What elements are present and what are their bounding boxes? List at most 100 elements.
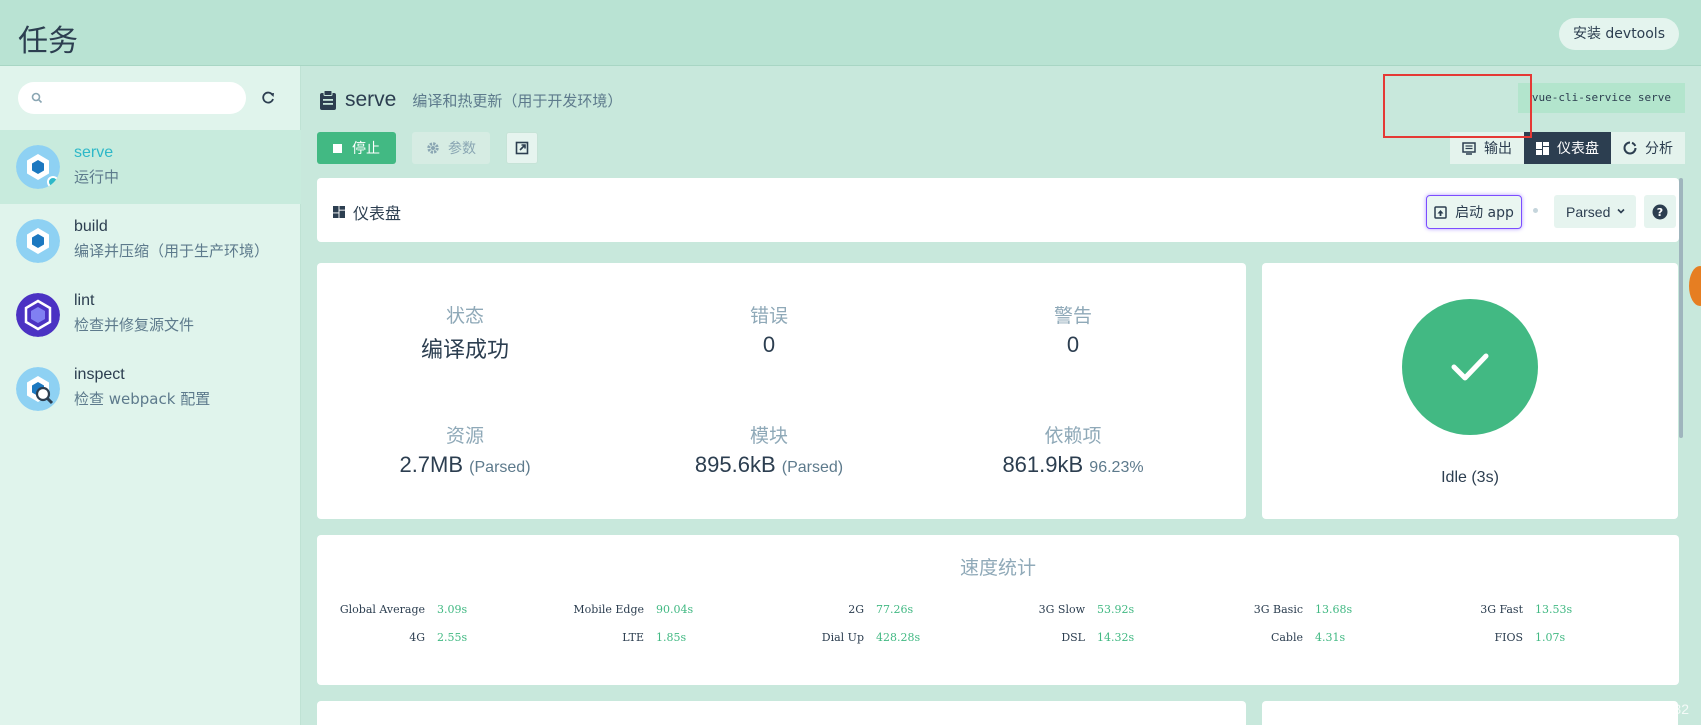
refresh-icon[interactable] <box>260 90 276 106</box>
stat-errors: 错误 0 <box>619 301 919 358</box>
speed-item: 4G 2.55s <box>317 631 537 644</box>
speed-item: DSL 14.32s <box>977 631 1197 644</box>
clipboard-icon <box>320 90 336 110</box>
speed-name: Dial Up <box>821 631 864 644</box>
speed-name: FIOS <box>1494 631 1523 644</box>
eslint-icon <box>16 293 60 337</box>
launch-app-button[interactable]: 启动 app <box>1426 195 1522 229</box>
build-status-text: Idle (3s) <box>1441 469 1499 486</box>
stat-warnings: 警告 0 <box>923 301 1223 358</box>
open-external-button[interactable] <box>506 132 538 164</box>
speed-name: 4G <box>409 631 425 644</box>
stop-button[interactable]: 停止 <box>317 132 396 164</box>
webpack-icon <box>16 219 60 263</box>
stat-assets: 资源 2.7MB (Parsed) <box>315 421 615 478</box>
help-icon: ? <box>1652 204 1668 219</box>
task-desc: 检查 webpack 配置 <box>74 390 211 408</box>
speed-value: 53.92s <box>1097 603 1135 616</box>
speed-item: Global Average 3.09s <box>317 603 537 616</box>
task-name: build <box>74 218 108 235</box>
dashboard-header: 仪表盘 启动 app Parsed ? <box>317 178 1679 242</box>
stat-label: 状态 <box>445 305 484 327</box>
tab-analyze-label: 分析 <box>1645 141 1673 157</box>
stat-value: 编译成功 <box>420 338 509 363</box>
stat-label: 警告 <box>1053 305 1092 327</box>
size-mode-select[interactable]: Parsed <box>1554 195 1636 228</box>
tab-dashboard-label: 仪表盘 <box>1557 141 1599 157</box>
analyze-icon <box>1623 141 1637 155</box>
params-button[interactable]: 参数 <box>412 132 490 164</box>
speed-name: 2G <box>848 603 864 616</box>
stat-label: 资源 <box>445 425 484 447</box>
stat-label: 错误 <box>749 305 788 327</box>
watermark: https://blog.csdn.net/qq_40165432 <box>1474 701 1689 717</box>
svg-text:?: ? <box>1657 206 1663 219</box>
task-detail: serve 编译和热更新（用于开发环境） vue-cli-service ser… <box>301 66 1701 725</box>
speed-value: 4.31s <box>1315 631 1346 644</box>
speed-item: 3G Basic 13.68s <box>1195 603 1415 616</box>
sidebar-item-build[interactable]: build 编译并压缩（用于生产环境） <box>0 204 301 278</box>
stats-card: 状态 编译成功 错误 0 警告 0 资源 2.7MB (Parsed) 模块 8… <box>317 263 1246 519</box>
speed-value: 1.85s <box>656 631 687 644</box>
success-indicator <box>1402 299 1538 435</box>
task-name: lint <box>74 292 95 309</box>
inspect-icon <box>16 367 60 411</box>
speed-value: 77.26s <box>876 603 914 616</box>
speed-name: Global Average <box>339 603 425 616</box>
stat-label: 模块 <box>749 425 788 447</box>
speed-item: 3G Slow 53.92s <box>977 603 1197 616</box>
speed-value: 14.32s <box>1097 631 1135 644</box>
stat-value: 2.7MB <box>399 452 464 477</box>
search-input[interactable] <box>18 82 246 114</box>
highlight-box <box>1383 74 1532 138</box>
speed-item: 2G 77.26s <box>756 603 976 616</box>
speed-item: Cable 4.31s <box>1195 631 1415 644</box>
stat-status: 状态 编译成功 <box>315 301 615 364</box>
task-desc: 检查并修复源文件 <box>74 316 195 334</box>
dashboard-title: 仪表盘 <box>333 200 401 224</box>
speed-name: Cable <box>1270 631 1303 644</box>
task-desc: 编译并压缩（用于生产环境） <box>74 242 270 260</box>
dashboard-icon <box>1536 141 1549 155</box>
speed-name: DSL <box>1061 631 1085 644</box>
output-icon <box>1462 141 1476 155</box>
task-command: vue-cli-service serve <box>1517 83 1685 113</box>
stat-label: 依赖项 <box>1044 425 1102 447</box>
speed-value: 2.55s <box>437 631 468 644</box>
stat-value: 0 <box>1066 332 1080 357</box>
speed-name: Mobile Edge <box>573 603 644 616</box>
sidebar-item-inspect[interactable]: inspect 检查 webpack 配置 <box>0 352 301 426</box>
tab-dashboard[interactable]: 仪表盘 <box>1524 132 1611 164</box>
speed-name: 3G Fast <box>1480 603 1523 616</box>
scrollbar[interactable] <box>1679 178 1683 438</box>
speed-item: 3G Fast 13.53s <box>1415 603 1635 616</box>
task-title: serve <box>345 88 397 111</box>
dashboard-icon <box>333 206 345 218</box>
speed-name: 3G Basic <box>1253 603 1303 616</box>
build-status-card: Idle (3s) <box>1262 263 1678 519</box>
stat-value: 0 <box>762 332 776 357</box>
task-name: inspect <box>74 366 125 383</box>
sidebar-item-serve[interactable]: serve 运行中 <box>0 130 301 204</box>
speed-item: Mobile Edge 90.04s <box>536 603 756 616</box>
open-in-browser-icon <box>1434 205 1447 219</box>
stat-modules: 模块 895.6kB (Parsed) <box>619 421 919 478</box>
task-description: 编译和热更新（用于开发环境） <box>412 91 623 110</box>
speed-value: 13.68s <box>1315 603 1353 616</box>
speed-name: 3G Slow <box>1038 603 1085 616</box>
task-header: serve 编译和热更新（用于开发环境） <box>319 86 622 114</box>
install-devtools-button[interactable]: 安装 devtools <box>1558 18 1679 50</box>
lower-card-left <box>317 701 1246 725</box>
help-button[interactable]: ? <box>1644 195 1676 228</box>
separator-dot <box>1533 208 1538 213</box>
sidebar-item-lint[interactable]: lint 检查并修复源文件 <box>0 278 301 352</box>
task-sidebar: serve 运行中 build 编译并压缩（用于生产环境） lint 检查并修复… <box>0 66 301 725</box>
speed-value: 90.04s <box>656 603 694 616</box>
gear-icon <box>427 142 439 154</box>
page-title: 任务 <box>18 24 78 59</box>
task-name: serve <box>74 144 114 161</box>
tab-analyze[interactable]: 分析 <box>1611 132 1685 164</box>
tab-output-label: 输出 <box>1484 141 1512 157</box>
stat-sub: (Parsed) <box>781 459 844 476</box>
size-mode-value: Parsed <box>1566 203 1611 220</box>
